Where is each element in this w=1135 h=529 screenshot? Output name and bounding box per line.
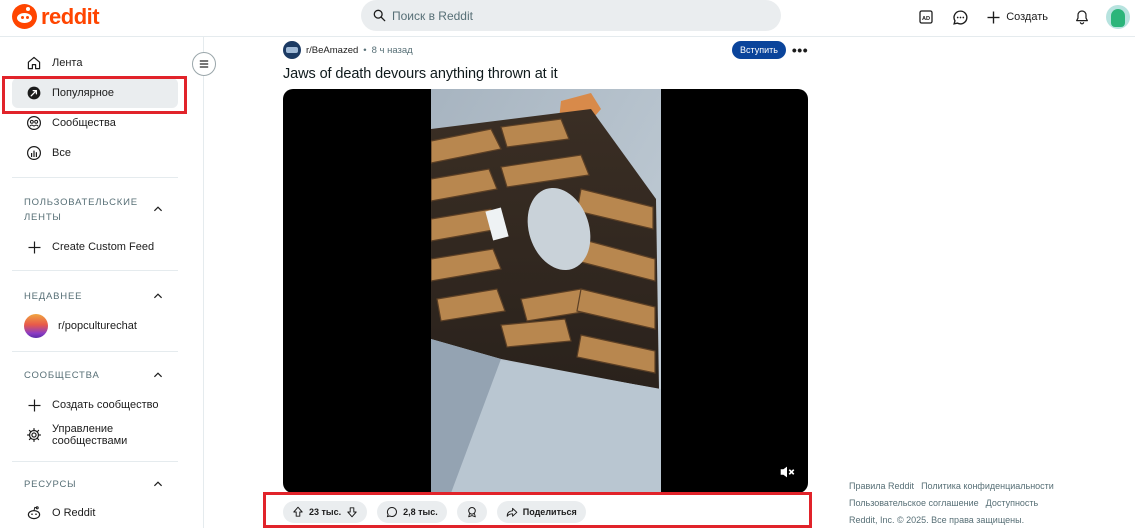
sidebar-item-label: Create Custom Feed bbox=[52, 241, 155, 253]
sidebar-item-about-reddit[interactable]: О Reddit bbox=[12, 498, 178, 528]
sidebar-item-label: Все bbox=[52, 147, 71, 159]
search-input[interactable] bbox=[392, 8, 752, 23]
chevron-up-icon[interactable] bbox=[152, 203, 164, 215]
create-label: Создать bbox=[1006, 11, 1048, 23]
divider bbox=[12, 270, 178, 271]
sidebar-item-all[interactable]: Все bbox=[12, 138, 178, 168]
sidebar-item-create-custom-feed[interactable]: Create Custom Feed bbox=[12, 232, 178, 262]
collapse-sidebar-button[interactable] bbox=[192, 52, 216, 76]
divider bbox=[12, 177, 178, 178]
meta-separator: • bbox=[363, 44, 367, 56]
reddit-snoo-icon bbox=[12, 4, 37, 29]
post-time: 8 ч назад bbox=[371, 44, 413, 56]
communities-icon bbox=[26, 115, 42, 131]
plus-icon bbox=[987, 11, 1000, 23]
post-title[interactable]: Jaws of death devours anything thrown at… bbox=[283, 66, 558, 82]
plus-icon bbox=[26, 397, 42, 413]
home-icon bbox=[26, 55, 42, 71]
section-title-communities: СООБЩЕСТВА bbox=[24, 370, 100, 381]
subreddit-avatar bbox=[24, 314, 48, 338]
section-title-recent: НЕДАВНЕЕ bbox=[24, 291, 83, 302]
footer-link-privacy[interactable]: Политика конфиденциальности bbox=[921, 478, 1054, 495]
footer-link-accessibility[interactable]: Доступность bbox=[986, 495, 1039, 512]
divider bbox=[12, 351, 178, 352]
notifications-button[interactable] bbox=[1068, 4, 1096, 30]
footer-copyright: Reddit, Inc. © 2025. Все права защищены. bbox=[849, 515, 1025, 525]
create-post-button[interactable]: Создать bbox=[980, 4, 1054, 30]
video-player[interactable] bbox=[283, 89, 808, 493]
advertise-button[interactable]: AD bbox=[912, 4, 940, 30]
more-options-button[interactable]: ••• bbox=[790, 41, 810, 59]
sidebar-item-label: Сообщества bbox=[52, 117, 116, 129]
user-avatar[interactable] bbox=[1106, 5, 1130, 29]
sidebar-item-communities[interactable]: Сообщества bbox=[12, 108, 178, 138]
footer-link-rules[interactable]: Правила Reddit bbox=[849, 478, 914, 495]
logo-text: reddit bbox=[41, 4, 100, 29]
sidebar-item-create-community[interactable]: Создать сообщество bbox=[12, 390, 178, 420]
sidebar-item-home[interactable]: Лента bbox=[12, 48, 178, 78]
bell-icon bbox=[1076, 10, 1088, 25]
search-bar[interactable] bbox=[361, 0, 781, 31]
mute-icon[interactable] bbox=[778, 463, 796, 481]
section-title-custom-feeds: ПОЛЬЗОВАТЕЛЬСКИЕ ЛЕНТЫ bbox=[24, 197, 138, 223]
chevron-up-icon[interactable] bbox=[152, 290, 164, 302]
sidebar-item-label: r/popculturechat bbox=[58, 320, 137, 332]
top-header: reddit AD Создать bbox=[0, 0, 1135, 37]
video-frame bbox=[431, 89, 661, 493]
gear-icon bbox=[26, 427, 42, 443]
menu-icon bbox=[199, 60, 209, 68]
post-meta: r/BeAmazed • 8 ч назад bbox=[283, 40, 413, 60]
footer-link-user-agreement[interactable]: Пользовательское соглашение bbox=[849, 495, 979, 512]
sidebar-item-label: О Reddit bbox=[52, 507, 96, 519]
reddit-icon bbox=[26, 505, 42, 521]
shredder-video-frame bbox=[431, 89, 661, 493]
search-icon bbox=[373, 9, 386, 22]
reddit-logo[interactable]: reddit bbox=[12, 4, 100, 29]
all-icon bbox=[26, 145, 42, 161]
sidebar-item-label: Лента bbox=[52, 57, 83, 69]
subreddit-icon[interactable] bbox=[283, 41, 301, 59]
join-button[interactable]: Вступить bbox=[732, 41, 786, 59]
chat-button[interactable] bbox=[946, 4, 974, 30]
plus-icon bbox=[26, 239, 42, 255]
highlight-box-actions bbox=[263, 492, 812, 528]
subreddit-link[interactable]: r/BeAmazed bbox=[306, 45, 358, 56]
sidebar-item-popculturechat[interactable]: r/popculturechat bbox=[12, 311, 178, 341]
section-title-resources: РЕСУРСЫ bbox=[24, 479, 77, 490]
sidebar-item-label: Управление сообществами bbox=[52, 423, 128, 447]
advertise-icon: AD bbox=[919, 10, 933, 24]
sidebar-item-manage-communities[interactable]: Управление сообществами bbox=[12, 420, 178, 450]
svg-text:AD: AD bbox=[922, 16, 930, 22]
chevron-up-icon[interactable] bbox=[152, 478, 164, 490]
sidebar-item-label: Создать сообщество bbox=[52, 399, 159, 411]
chat-icon bbox=[952, 9, 968, 25]
left-sidebar: Лента Популярное Сообщества Все ПОЛЬЗОВА… bbox=[0, 37, 204, 528]
chevron-up-icon[interactable] bbox=[152, 369, 164, 381]
footer-links: Правила Reddit Политика конфиденциальнос… bbox=[849, 478, 1054, 529]
divider bbox=[12, 461, 178, 462]
